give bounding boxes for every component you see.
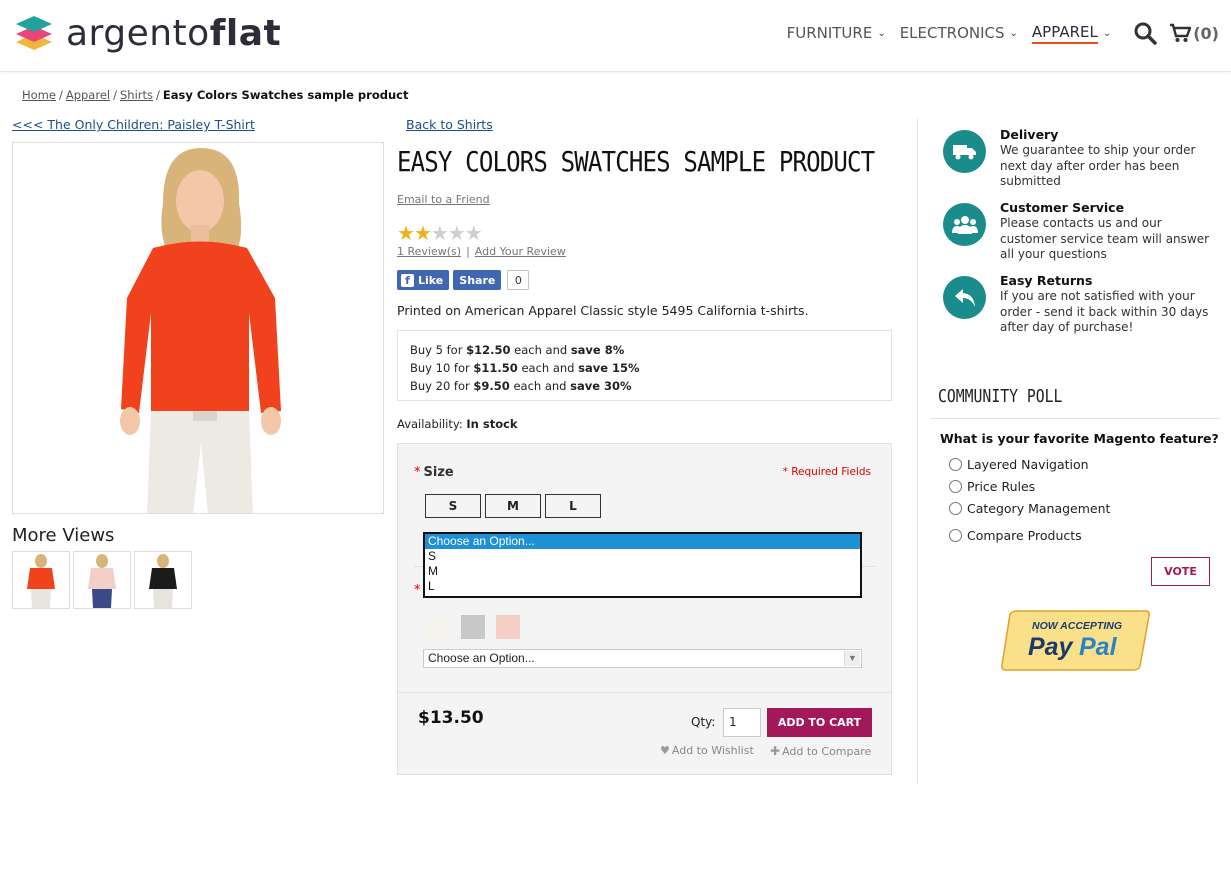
color-swatch-gray[interactable] [461, 615, 485, 639]
logo[interactable]: argentoflat [14, 12, 281, 56]
tier-price-row: Buy 10 for $11.50 each and save 15% [410, 361, 640, 375]
facebook-like-button[interactable]: f Like [397, 270, 450, 290]
plus-icon: ✚ [770, 744, 781, 758]
nav-electronics[interactable]: ELECTRONICS ⌄ [900, 24, 1018, 42]
product-main-image[interactable] [12, 142, 384, 514]
poll-option[interactable]: Price Rules [949, 479, 1035, 494]
back-to-category-link[interactable]: Back to Shirts [406, 117, 493, 132]
share-count: 0 [507, 270, 530, 290]
color-swatch-pink[interactable] [496, 615, 520, 639]
email-to-friend-link[interactable]: Email to a Friend [397, 193, 490, 206]
size-swatch-s[interactable]: S [425, 494, 481, 518]
thumbnail-orange[interactable] [12, 551, 70, 609]
logo-text: argentoflat [66, 13, 282, 54]
chevron-down-icon: ⌄ [1009, 27, 1018, 39]
product-title: EASY COLORS SWATCHES SAMPLE PRODUCT [397, 145, 875, 178]
radio-button[interactable] [949, 480, 962, 493]
poll-title: COMMUNITY POLL [938, 386, 1063, 407]
chevron-down-icon: ⌄ [877, 27, 886, 39]
poll-option[interactable]: Category Management [949, 501, 1110, 516]
nav-furniture[interactable]: FURNITURE ⌄ [787, 24, 886, 42]
radio-button[interactable] [949, 502, 962, 515]
stock-status: In stock [466, 417, 518, 431]
star-icon: ★ [397, 221, 415, 245]
availability: Availability: In stock [397, 417, 518, 431]
size-swatch-l[interactable]: L [545, 494, 601, 518]
poll-option[interactable]: Layered Navigation [949, 457, 1089, 472]
chevron-down-icon: ⌄ [1102, 27, 1112, 39]
paypal-accepting-text: NOW ACCEPTING [1032, 620, 1122, 632]
cart-count: (0) [1193, 23, 1219, 43]
main-nav: FURNITURE ⌄ ELECTRONICS ⌄ APPAREL ⌄ (0) [787, 18, 1219, 48]
breadcrumb-shirts[interactable]: Shirts [120, 88, 153, 102]
nav-apparel[interactable]: APPAREL ⌄ [1031, 23, 1112, 44]
color-select[interactable]: Choose an Option... ▼ [423, 649, 862, 668]
more-views-heading: More Views [12, 525, 115, 546]
add-review-link[interactable]: Add Your Review [475, 245, 566, 258]
thumbnail-black[interactable] [134, 551, 192, 609]
logo-icon [16, 16, 52, 50]
radio-button[interactable] [949, 529, 962, 542]
rating-stars: ★ ★ ★ ★ ★ [397, 221, 483, 245]
users-icon [943, 203, 986, 246]
thumbnail-pink[interactable] [73, 551, 131, 609]
poll-option[interactable]: Compare Products [949, 528, 1082, 543]
site-header: argentoflat FURNITURE ⌄ ELECTRONICS ⌄ APPA… [0, 0, 1231, 72]
product-description: Printed on American Apparel Classic styl… [397, 303, 809, 318]
tier-pricing: Buy 5 for $12.50 each and save 8% Buy 10… [397, 330, 892, 401]
breadcrumb-current: Easy Colors Swatches sample product [162, 88, 409, 102]
truck-icon [943, 130, 986, 173]
heart-icon: ♥ [660, 744, 670, 757]
size-select-dropdown[interactable]: Choose an Option... S M L [423, 532, 862, 598]
social-buttons: f Like Share 0 [397, 270, 530, 290]
facebook-icon: f [401, 273, 414, 287]
size-option-l[interactable]: L [425, 579, 860, 594]
vote-button[interactable]: VOTE [1151, 557, 1210, 586]
star-icon: ★ [413, 221, 432, 245]
reviews-links: 1 Review(s) | Add Your Review [397, 245, 566, 258]
return-icon [943, 276, 986, 319]
tier-price-row: Buy 20 for $9.50 each and save 30% [410, 379, 632, 393]
paypal-logo-pay: Pay [1028, 633, 1074, 661]
previous-product-link[interactable]: <<< The Only Children: Paisley T-Shirt [12, 117, 255, 132]
qty-label: Qty: [691, 715, 716, 729]
breadcrumb-home[interactable]: Home [22, 88, 56, 102]
search-icon[interactable] [1133, 21, 1157, 45]
add-to-wishlist-link[interactable]: ♥ Add to Wishlist [660, 744, 754, 757]
size-option-s[interactable]: S [425, 549, 860, 564]
required-marker: * [414, 583, 421, 598]
size-option-m[interactable]: M [425, 564, 860, 579]
radio-button[interactable] [949, 458, 962, 471]
required-fields-note: * Required Fields [782, 466, 871, 478]
reviews-count-link[interactable]: 1 Review(s) [397, 245, 461, 258]
star-icon: ★ [464, 221, 483, 245]
qty-input[interactable]: 1 [723, 708, 761, 737]
star-icon: ★ [430, 221, 449, 245]
breadcrumb-apparel[interactable]: Apparel [66, 88, 110, 102]
facebook-share-button[interactable]: Share [453, 270, 502, 290]
size-label: * Size [414, 465, 454, 480]
chevron-down-icon: ▼ [844, 651, 860, 666]
add-to-compare-link[interactable]: ✚ Add to Compare [770, 744, 871, 758]
tier-price-row: Buy 5 for $12.50 each and save 8% [410, 343, 625, 357]
paypal-logo-pal: Pal [1079, 633, 1118, 661]
paypal-badge: NOW ACCEPTING Pay Pal [1000, 610, 1150, 671]
product-options: * Size * Required Fields S M L * Choose a… [397, 443, 892, 775]
size-option-placeholder[interactable]: Choose an Option... [425, 534, 860, 549]
poll-question: What is your favorite Magento feature? [940, 431, 1219, 446]
product-price: $13.50 [418, 708, 484, 728]
cart-icon [1170, 23, 1192, 42]
star-icon: ★ [447, 221, 466, 245]
color-swatch-white[interactable] [425, 615, 449, 639]
breadcrumb: Home / Apparel / Shirts / Easy Colors Swatches… [22, 88, 409, 102]
add-to-cart-button[interactable]: ADD TO CART [767, 708, 872, 737]
cart-button[interactable]: (0) [1169, 23, 1219, 43]
size-swatch-m[interactable]: M [485, 494, 541, 518]
